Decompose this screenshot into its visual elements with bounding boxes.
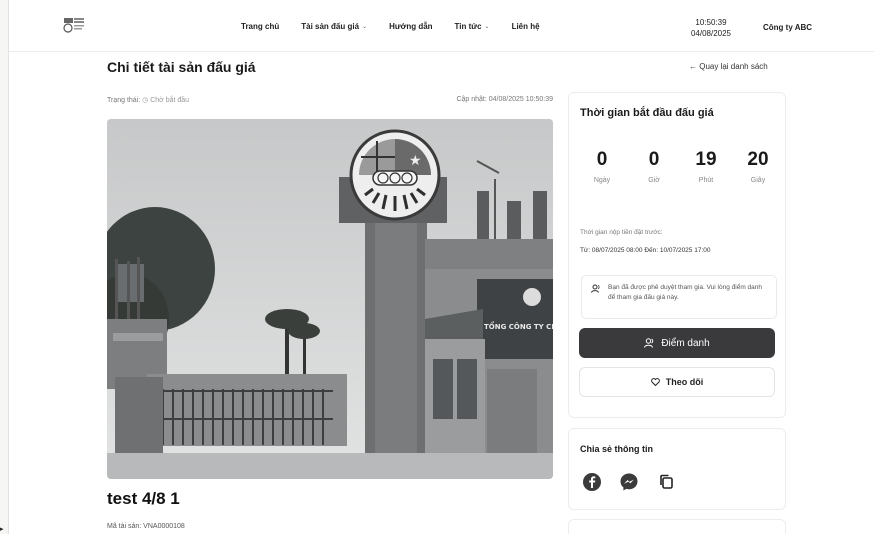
countdown-title: Thời gian bắt đầu đấu giá <box>580 107 714 119</box>
nav-item-home[interactable]: Trang chủ <box>241 22 279 31</box>
countdown-seconds: 20 Giây <box>747 149 769 184</box>
share-title: Chia sẻ thông tin <box>580 444 653 454</box>
status-row: Trạng thái: ◷ Chờ bắt đầu Cập nhật: 04/0… <box>107 96 553 104</box>
updated-label: Cập nhật: <box>456 96 487 103</box>
company-logo-icon[interactable] <box>63 17 85 33</box>
company-name[interactable]: Công ty ABC <box>763 23 812 32</box>
next-info-panel <box>568 519 786 534</box>
nav-item-contact[interactable]: Liên hệ <box>512 22 540 31</box>
countdown-panel: Thời gian bắt đầu đấu giá 0 Ngày 0 Giờ 1… <box>568 92 786 418</box>
heart-icon <box>650 378 660 386</box>
nav-item-news[interactable]: Tin tức ⌄ <box>455 22 490 31</box>
countdown-minutes: 19 Phút <box>695 149 717 184</box>
asset-title: test 4/8 1 <box>107 489 180 508</box>
clock-icon: ◷ <box>142 97 151 104</box>
nav-item-guide[interactable]: Hướng dẫn <box>389 22 432 31</box>
checkin-label: Điểm danh <box>661 337 710 349</box>
page: Trang chủ Tài sản đấu giá ⌄ Hướng dẫn Ti… <box>8 0 874 534</box>
clock-date: 04/08/2025 <box>690 29 732 38</box>
mouse-cursor-icon: ▸ <box>0 526 4 533</box>
deposit-label: Thời gian nộp tiền đặt trước: <box>580 229 663 236</box>
chevron-down-icon: ⌄ <box>362 24 368 30</box>
countdown-timer: 0 Ngày 0 Giờ 19 Phút 20 Giây <box>577 149 783 184</box>
asset-photo: ★ TỔNG CÔNG TY CHĂ <box>107 119 553 479</box>
asset-image[interactable]: ★ TỔNG CÔNG TY CHĂ <box>107 119 553 479</box>
nav-item-auction-assets[interactable]: Tài sản đấu giá ⌄ <box>301 22 367 31</box>
checkin-button[interactable]: Điểm danh <box>579 328 775 358</box>
users-icon <box>644 338 654 348</box>
share-icons <box>582 472 676 492</box>
users-icon <box>591 284 600 293</box>
copy-icon[interactable] <box>656 472 676 492</box>
share-panel: Chia sẻ thông tin <box>568 428 786 510</box>
back-to-list-link[interactable]: ← Quay lại danh sách <box>689 62 768 71</box>
sign-text: TỔNG CÔNG TY CHĂ <box>484 321 553 331</box>
approval-notice: Bạn đã được phê duyệt tham gia. Vui lòng… <box>581 275 777 319</box>
site-header: Trang chủ Tài sản đấu giá ⌄ Hướng dẫn Ti… <box>9 0 874 52</box>
main-nav: Trang chủ Tài sản đấu giá ⌄ Hướng dẫn Ti… <box>241 22 562 31</box>
chevron-down-icon: ⌄ <box>484 24 490 30</box>
facebook-icon[interactable] <box>582 472 602 492</box>
clock-time: 10:50:39 <box>695 18 727 27</box>
status-label: Trạng thái: <box>107 97 141 104</box>
follow-label: Theo dõi <box>665 377 704 387</box>
svg-text:★: ★ <box>409 153 422 169</box>
asset-code: Mã tài sản: VNA0000108 <box>107 523 185 530</box>
deposit-time: Từ: 08/07/2025 08:00 Đến: 10/07/2025 17:… <box>580 247 711 254</box>
updated-value: 04/08/2025 10:50:39 <box>488 96 553 103</box>
messenger-icon[interactable] <box>619 472 639 492</box>
follow-button[interactable]: Theo dõi <box>579 367 775 397</box>
updated-time: Cập nhật: 04/08/2025 10:50:39 <box>456 96 553 104</box>
status-value: Chờ bắt đầu <box>150 97 190 104</box>
header-clock: 10:50:39 04/08/2025 <box>681 17 741 39</box>
notice-text: Bạn đã được phê duyệt tham gia. Vui lòng… <box>608 284 763 301</box>
page-title: Chi tiết tài sản đấu giá <box>107 59 256 75</box>
countdown-hours: 0 Giờ <box>648 149 660 184</box>
countdown-days: 0 Ngày <box>593 149 611 184</box>
auction-status: Trạng thái: ◷ Chờ bắt đầu <box>107 96 189 104</box>
